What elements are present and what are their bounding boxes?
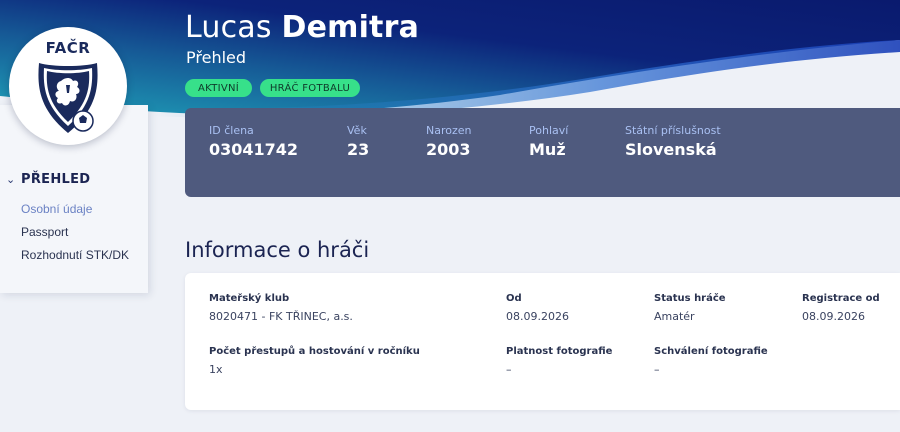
transfers-count-field: Počet přestupů a hostování v ročníku 1x — [209, 346, 420, 376]
member-id-value: 03041742 — [209, 140, 299, 159]
nationality-field: Státní příslušnost Slovenská — [625, 124, 721, 159]
registration-since-label: Registrace od — [802, 293, 880, 304]
club-since-label: Od — [506, 293, 522, 304]
player-name: Lucas Demitra — [185, 10, 419, 45]
birth-year-label: Narozen — [426, 124, 472, 137]
photo-validity-value: – — [506, 363, 512, 376]
photo-approval-label: Schválení fotografie — [654, 346, 768, 357]
player-status-value: Amatér — [654, 310, 695, 323]
transfers-count-label: Počet přestupů a hostování v ročníku — [209, 346, 420, 357]
gender-value: Muž — [529, 140, 566, 159]
player-last-name: Demitra — [281, 10, 420, 45]
club-since-field: Od 08.09.2026 — [506, 293, 569, 323]
transfers-count-value: 1x — [209, 363, 223, 376]
age-field: Věk 23 — [347, 124, 369, 159]
photo-approval-value: – — [654, 363, 660, 376]
sidebar-heading-label: PŘEHLED — [21, 172, 91, 187]
registration-since-field: Registrace od 08.09.2026 — [802, 293, 880, 323]
age-label: Věk — [347, 124, 367, 137]
sidebar-heading[interactable]: ⌄ PŘEHLED — [6, 172, 90, 187]
sidebar-item-passport[interactable]: Passport — [21, 225, 68, 239]
member-summary-card: ID člena 03041742 Věk 23 Narozen 2003 Po… — [185, 108, 900, 197]
player-status-field: Status hráče Amatér — [654, 293, 726, 323]
member-id-field: ID člena 03041742 — [209, 124, 298, 159]
member-id-label: ID člena — [209, 124, 254, 137]
gender-label: Pohlaví — [529, 124, 569, 137]
age-value: 23 — [347, 140, 370, 159]
status-badge-player: HRÁČ FOTBALU — [260, 79, 360, 97]
home-club-label: Mateřský klub — [209, 293, 290, 304]
player-first-name: Lucas — [185, 10, 272, 45]
logo-text: FAČR — [45, 39, 91, 57]
club-since-value: 08.09.2026 — [506, 310, 569, 323]
player-status-label: Status hráče — [654, 293, 726, 304]
facr-logo: FAČR — [9, 27, 127, 145]
gender-field: Pohlaví Muž — [529, 124, 568, 159]
nationality-label: Státní příslušnost — [625, 124, 721, 137]
section-title-player-info: Informace o hráči — [185, 238, 370, 262]
nationality-value: Slovenská — [625, 140, 717, 159]
facr-crest-icon — [38, 63, 98, 133]
page-subtitle: Přehled — [186, 48, 247, 67]
chevron-down-icon: ⌄ — [6, 174, 16, 186]
photo-validity-field: Platnost fotografie – — [506, 346, 612, 376]
birth-year-value: 2003 — [426, 140, 471, 159]
registration-since-value: 08.09.2026 — [802, 310, 865, 323]
sidebar-item-rozhodnuti[interactable]: Rozhodnutí STK/DK — [21, 248, 129, 262]
home-club-value: 8020471 - FK TŘINEC, a.s. — [209, 310, 353, 323]
sidebar-item-osobni-udaje[interactable]: Osobní údaje — [21, 202, 92, 216]
photo-approval-field: Schválení fotografie – — [654, 346, 768, 376]
home-club-field: Mateřský klub 8020471 - FK TŘINEC, a.s. — [209, 293, 353, 323]
birth-year-field: Narozen 2003 — [426, 124, 472, 159]
player-info-card: Mateřský klub 8020471 - FK TŘINEC, a.s. … — [185, 273, 900, 410]
status-badge-active: AKTIVNÍ — [185, 79, 252, 97]
photo-validity-label: Platnost fotografie — [506, 346, 613, 357]
